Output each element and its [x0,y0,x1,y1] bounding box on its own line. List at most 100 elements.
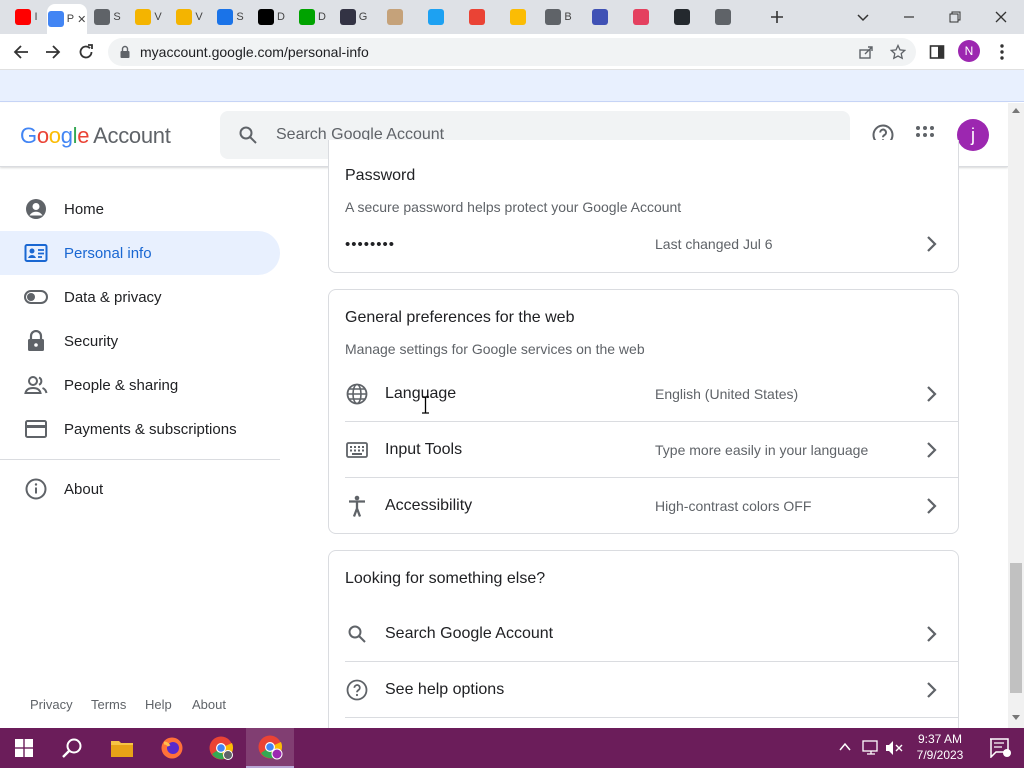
start-button[interactable] [0,728,48,768]
browser-tab[interactable]: D [292,4,333,30]
side-panel-icon [929,45,945,59]
minimize-button[interactable] [886,0,932,34]
sidebar-item-label: Payments & subscriptions [64,420,237,438]
sidebar-item-personal-info[interactable]: Personal info [0,231,280,275]
browser-tab[interactable] [456,4,497,30]
help-options-row[interactable]: See help options [345,662,959,718]
browser-tab[interactable]: G [333,4,374,30]
browser-menu-button[interactable] [989,39,1015,65]
scroll-up-arrow-icon[interactable] [1012,107,1020,113]
chevron-down-icon [857,14,869,22]
browser-tab[interactable]: B [538,4,579,30]
tab-title: V [195,11,203,23]
sidebar-item-label: Data & privacy [64,288,162,306]
star-icon[interactable] [890,44,906,60]
tab-title: D [318,11,326,23]
lock-icon [120,45,130,58]
browser-tab[interactable] [374,4,415,30]
search-account-row[interactable]: Search Google Account [345,606,959,662]
browser-tab[interactable] [620,4,661,30]
new-tab-button[interactable] [760,0,794,34]
network-icon[interactable] [862,740,880,756]
tab-title: S [236,11,244,23]
footer-link-terms[interactable]: Terms [91,697,126,712]
profile-avatar[interactable]: N [958,40,980,62]
sidebar-item-payments[interactable]: Payments & subscriptions [0,407,280,451]
address-bar[interactable]: myaccount.google.com/personal-info [108,38,916,66]
chrome-profile-button[interactable] [197,728,245,768]
search-icon [62,738,82,758]
forward-button[interactable] [40,39,66,65]
google-account-logo[interactable]: Google Account [20,123,171,149]
file-explorer-button[interactable] [98,728,146,768]
taskbar-search-button[interactable] [48,728,96,768]
restore-button[interactable] [932,0,978,34]
sidebar-item-data-privacy[interactable]: Data & privacy [0,275,280,319]
browser-tab[interactable] [497,4,538,30]
tab-close-icon[interactable]: ✕ [77,13,86,26]
share-icon[interactable] [858,44,874,60]
more-vert-icon [1000,44,1004,60]
chrome-active-button[interactable] [246,728,294,768]
chrome-icon [209,736,234,760]
chevron-up-icon[interactable] [839,742,851,752]
sidebar-item-people-sharing[interactable]: People & sharing [0,363,280,407]
browser-tab[interactable]: D [251,4,292,30]
help-options-label: See help options [385,680,505,698]
profile-initial: N [964,44,974,58]
globe-icon [345,382,369,406]
url-text: myaccount.google.com/personal-info [140,44,369,60]
firefox-button[interactable] [148,728,196,768]
language-row[interactable]: Language English (United States) [345,366,959,422]
tab-favicon-icon [427,9,444,25]
lock-icon [24,329,48,353]
browser-tab[interactable]: V [169,4,210,30]
footer-link-privacy[interactable]: Privacy [30,697,73,712]
tab-favicon-icon [714,9,731,25]
reload-button[interactable] [73,39,99,65]
browser-tab[interactable] [702,4,743,30]
browser-tab[interactable] [579,4,620,30]
browser-tab-active[interactable]: P ✕ [47,4,87,34]
account-avatar[interactable]: j [957,119,989,151]
folder-icon [111,741,133,757]
browser-tab[interactable]: S [210,4,251,30]
chevron-right-icon [927,498,937,514]
accessibility-label: Accessibility [385,497,473,514]
credit-card-icon [24,417,48,441]
taskbar-clock[interactable]: 9:37 AM 7/9/2023 [905,731,975,763]
minimize-icon [904,16,914,18]
notification-center-button[interactable] [976,728,1024,768]
sidebar-item-about[interactable]: About [0,467,280,511]
tab-favicon-icon [47,11,64,27]
accessibility-icon [345,494,369,518]
chrome-icon [258,735,283,760]
tab-favicon-icon [339,9,356,25]
browser-tab[interactable]: S [87,4,128,30]
close-window-button[interactable] [978,0,1024,34]
tab-title: B [564,11,572,23]
footer-link-help[interactable]: Help [145,697,172,712]
sidebar-divider [0,459,280,460]
side-panel-button[interactable] [924,39,950,65]
volume-muted-icon[interactable] [885,740,903,756]
password-row[interactable]: •••••••• Last changed Jul 6 [345,216,959,272]
input-tools-row[interactable]: Input Tools Type more easily in your lan… [345,422,959,478]
footer-link-about[interactable]: About [192,697,226,712]
browser-tab-strip: I P ✕ S V V S D D G B [0,0,1024,34]
sidebar-item-home[interactable]: Home [0,187,280,231]
browser-tab[interactable]: I [6,4,47,30]
text-cursor-icon [422,396,429,414]
scrollbar-thumb[interactable] [1010,563,1022,693]
browser-tab[interactable] [661,4,702,30]
browser-tab[interactable] [415,4,456,30]
tab-search-button[interactable] [840,0,886,34]
windows-logo-icon [15,739,33,757]
browser-tab[interactable]: V [128,4,169,30]
page-scrollbar[interactable] [1008,103,1024,728]
sidebar-item-security[interactable]: Security [0,319,280,363]
tab-title: V [154,11,162,23]
scroll-down-arrow-icon[interactable] [1012,715,1020,721]
accessibility-row[interactable]: Accessibility High-contrast colors OFF [345,478,959,534]
back-button[interactable] [8,39,34,65]
